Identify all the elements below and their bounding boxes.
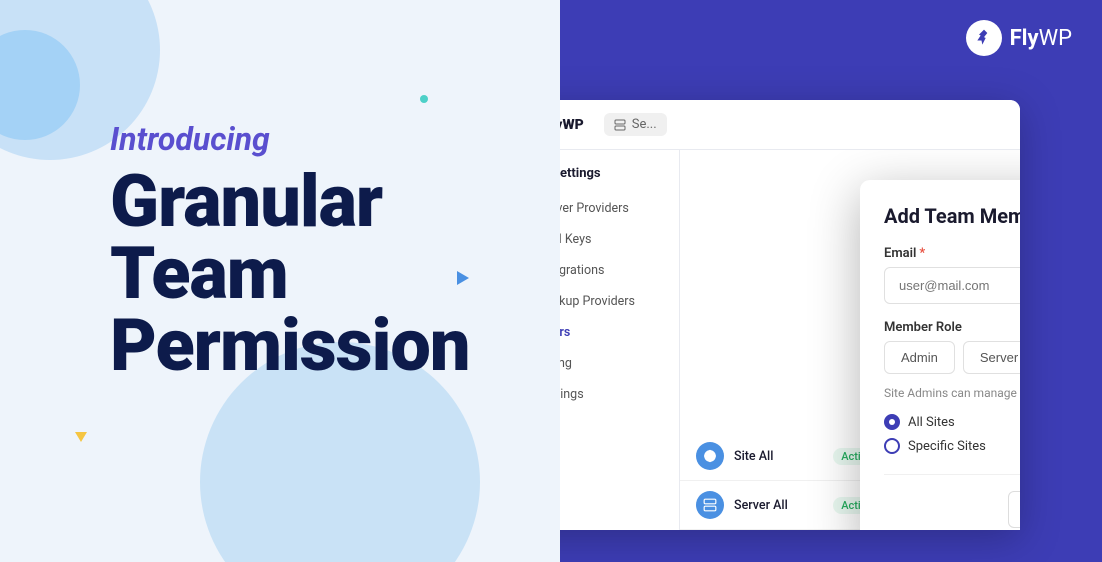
radio-specific-sites[interactable]: Specific Sites (884, 438, 1020, 454)
radio-circle-all-sites (884, 414, 900, 430)
row-icon-site-all (696, 442, 724, 470)
radio-label-all-sites: All Sites (908, 415, 955, 430)
sidebar-label-server-providers: Server Providers (560, 201, 629, 216)
app-body: Team Settings Server Providers SSH Keys (560, 150, 1020, 530)
server-tab-label: Se... (632, 117, 657, 132)
main-content: Site All Active 1 days ago Server All Ac… (680, 150, 1020, 530)
app-topbar: FlyWP Se... (560, 100, 1020, 150)
radio-group: All Sites Specific Sites (884, 414, 1020, 454)
flywp-logo: FlyWP (966, 20, 1072, 56)
decorative-dot-teal (420, 95, 428, 103)
required-marker: * (919, 246, 925, 261)
add-team-member-modal: Add Team Member Email * Member Role Admi… (860, 180, 1020, 530)
sidebar-item-settings[interactable]: Settings (560, 379, 679, 410)
left-panel: Introducing Granular Team Permission (0, 0, 560, 562)
app-window: FlyWP Se... Team Settings Server Provide… (560, 100, 1020, 530)
sidebar-item-ssh-keys[interactable]: SSH Keys (560, 224, 679, 255)
headline-line3: Permission (110, 303, 470, 388)
sidebar-item-billing[interactable]: Billing (560, 348, 679, 379)
server-tab-icon (614, 119, 626, 131)
server-tab[interactable]: Se... (604, 113, 667, 136)
sidebar-label-integrations: Integrations (560, 263, 604, 278)
radio-circle-specific-sites (884, 438, 900, 454)
sidebar-label-backup-providers: Backup Providers (560, 294, 635, 309)
sidebar-item-backup-providers[interactable]: Backup Providers (560, 286, 679, 317)
radio-all-sites[interactable]: All Sites (884, 414, 1020, 430)
modal-title: Add Team Member (884, 204, 1020, 228)
sidebar: Team Settings Server Providers SSH Keys (560, 150, 680, 530)
left-content: Introducing Granular Team Permission (110, 120, 470, 382)
sidebar-item-server-providers[interactable]: Server Providers (560, 193, 679, 224)
sidebar-item-integrations[interactable]: Integrations (560, 255, 679, 286)
cancel-button[interactable]: Cancel (1008, 491, 1020, 528)
decorative-dot-yellow (75, 432, 87, 442)
modal-footer: Cancel Invite Membe... (884, 474, 1020, 528)
headline: Granular Team Permission (110, 166, 470, 382)
email-input[interactable] (884, 267, 1020, 304)
role-description: Site Admins can manage sites only hey ha… (884, 386, 1020, 400)
sidebar-label-settings: Settings (560, 387, 584, 402)
row-svg-site-all (703, 449, 717, 463)
sidebar-label-users: Users (560, 325, 570, 340)
right-panel: FlyWP FlyWP Se... (560, 0, 1102, 562)
app-logo: FlyWP (560, 114, 584, 136)
row-name-server-all: Server All (734, 498, 823, 513)
radio-label-specific-sites: Specific Sites (908, 439, 986, 454)
sidebar-label-billing: Billing (560, 356, 572, 371)
sidebar-item-users[interactable]: Users (560, 317, 679, 348)
introducing-text: Introducing (110, 120, 470, 158)
sidebar-label-ssh-keys: SSH Keys (560, 232, 591, 247)
flywp-header: FlyWP (560, 0, 1102, 76)
role-label: Member Role (884, 320, 1020, 335)
flywp-logo-icon (966, 20, 1002, 56)
sidebar-heading: Team Settings (560, 166, 679, 193)
flywp-icon-svg (974, 28, 994, 48)
app-logo-name: FlyWP (560, 117, 584, 133)
email-label: Email * (884, 246, 1020, 261)
flywp-brand-name: FlyWP (1010, 26, 1072, 51)
role-btn-admin[interactable]: Admin (884, 341, 955, 374)
row-icon-server-all (696, 491, 724, 519)
row-svg-server-all (703, 498, 717, 512)
role-btn-server-admin[interactable]: Server Admin (963, 341, 1020, 374)
row-name-site-all: Site All (734, 449, 823, 464)
role-group: Admin Server Admin Site Admin (884, 341, 1020, 374)
